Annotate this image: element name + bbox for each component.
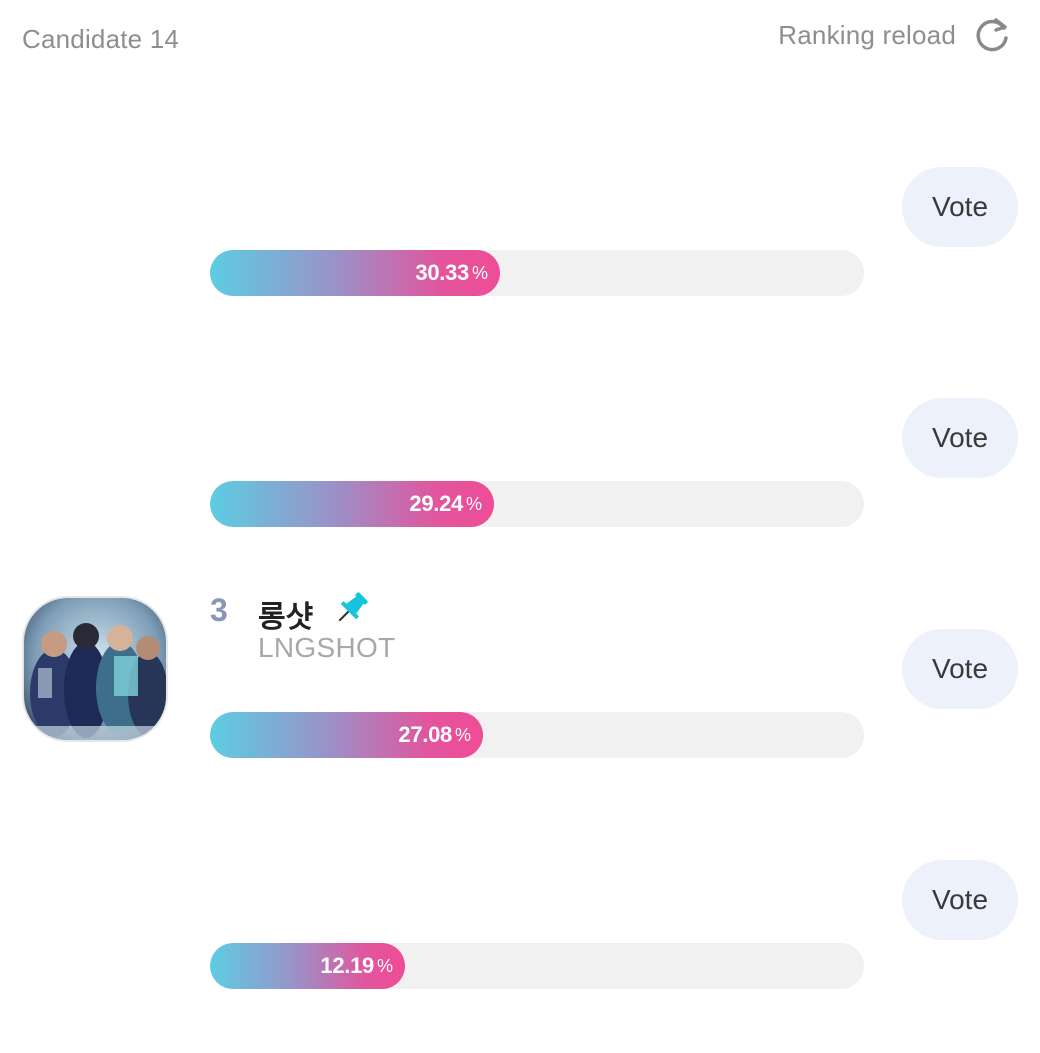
refresh-icon[interactable]	[974, 16, 1012, 54]
vote-progress-fill: 30.33%	[210, 250, 500, 296]
ranking-row-3: 3 롱샷 LNGSHOT Vote 27.08%	[0, 562, 1040, 762]
candidate-english-name: LNGSHOT	[258, 632, 396, 663]
vote-progress-fill: 12.19%	[210, 943, 405, 989]
ranking-reload-label: Ranking reload	[778, 19, 956, 50]
vote-button[interactable]: Vote	[902, 398, 1018, 478]
vote-percent: 27.08	[398, 722, 452, 747]
vote-percent: 30.33	[415, 260, 469, 285]
ranking-row-2: Vote 29.24%	[0, 391, 1040, 591]
vote-progress-track: 27.08%	[210, 712, 864, 758]
candidate-count: Candidate 14	[22, 24, 180, 54]
ranking-row-1: Vote 30.33%	[0, 160, 1040, 360]
ranking-row-4: Vote 12.19%	[0, 853, 1040, 1053]
candidate-name: 롱샷	[258, 601, 314, 634]
pin-icon[interactable]	[332, 588, 372, 633]
percent-sign: %	[471, 262, 488, 283]
vote-progress-track: 29.24%	[210, 481, 864, 527]
vote-button[interactable]: Vote	[902, 629, 1018, 709]
ranking-reload-button[interactable]: Ranking reload	[778, 16, 1012, 54]
vote-percent: 29.24	[409, 491, 463, 516]
vote-progress-fill: 29.24%	[210, 481, 494, 527]
vote-progress-track: 12.19%	[210, 943, 864, 989]
percent-sign: %	[454, 724, 471, 745]
percent-sign: %	[465, 493, 482, 514]
vote-progress-fill: 27.08%	[210, 712, 483, 758]
candidate-avatar[interactable]	[22, 596, 168, 742]
rank-number: 3	[210, 592, 228, 628]
vote-percent: 12.19	[320, 953, 374, 978]
vote-button[interactable]: Vote	[902, 167, 1018, 247]
percent-sign: %	[376, 955, 393, 976]
vote-button[interactable]: Vote	[902, 860, 1018, 940]
vote-progress-track: 30.33%	[210, 250, 864, 296]
